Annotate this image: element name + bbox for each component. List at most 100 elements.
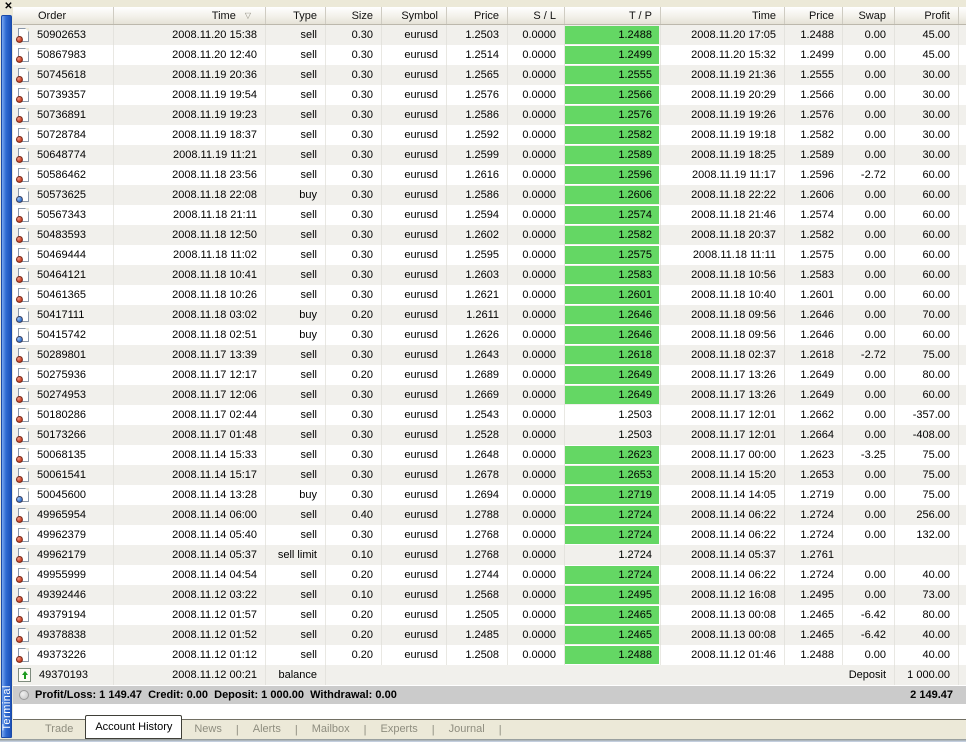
cell-close-time: 2008.11.18 21:46 xyxy=(661,205,785,225)
cell-order: 50173266 xyxy=(13,425,114,445)
cell-open-price: 1.2694 xyxy=(447,485,508,505)
tab-mailbox[interactable]: Mailbox xyxy=(300,720,362,739)
tab-trade[interactable]: Trade xyxy=(33,720,85,739)
cell-close-price: 1.2495 xyxy=(785,585,843,605)
order-number: 50417111 xyxy=(37,309,85,321)
column-header-type[interactable]: Type xyxy=(266,7,326,24)
cell-take-profit: 1.2649 xyxy=(565,365,661,385)
table-row[interactable]: 50648774 2008.11.19 11:21 sell 0.30 eurusd 1.… xyxy=(13,145,966,165)
order-number: 50274953 xyxy=(37,389,86,401)
cell-size: 0.20 xyxy=(326,365,382,385)
cell-close-time: 2008.11.17 13:26 xyxy=(661,385,785,405)
table-row[interactable]: 50469444 2008.11.18 11:02 sell 0.30 eurusd 1.… xyxy=(13,245,966,265)
table-row[interactable]: 50417111 2008.11.18 03:02 buy 0.20 eurusd 1.2… xyxy=(13,305,966,325)
table-row[interactable]: 50045600 2008.11.14 13:28 buy 0.30 eurusd 1.2… xyxy=(13,485,966,505)
cell-open-price: 1.2669 xyxy=(447,385,508,405)
table-row[interactable]: 50736891 2008.11.19 19:23 sell 0.30 eurusd 1.… xyxy=(13,105,966,125)
cell-open-time: 2008.11.14 05:40 xyxy=(114,525,266,545)
cell-open-time: 2008.11.17 02:44 xyxy=(114,405,266,425)
table-row[interactable]: 50483593 2008.11.18 12:50 sell 0.30 eurusd 1.… xyxy=(13,225,966,245)
table-row[interactable]: 49965954 2008.11.14 06:00 sell 0.40 eurusd 1.… xyxy=(13,505,966,525)
cell-open-time: 2008.11.14 06:00 xyxy=(114,505,266,525)
table-row[interactable]: 50745618 2008.11.19 20:36 sell 0.30 eurusd 1.… xyxy=(13,65,966,85)
cell-stop-loss: 0.0000 xyxy=(508,465,565,485)
column-header-price2[interactable]: Price xyxy=(785,7,843,24)
table-row[interactable]: 50415742 2008.11.18 02:51 buy 0.30 eurusd 1.2… xyxy=(13,325,966,345)
cell-take-profit: 1.2488 xyxy=(565,25,661,45)
cell-open-price: 1.2788 xyxy=(447,505,508,525)
column-header-symbol[interactable]: Symbol xyxy=(382,7,447,24)
column-header-sl[interactable]: S / L xyxy=(508,7,565,24)
table-row[interactable]: 50867983 2008.11.20 12:40 sell 0.30 eurusd 1.… xyxy=(13,45,966,65)
column-header-profit[interactable]: Profit xyxy=(895,7,959,24)
table-row[interactable]: 50902653 2008.11.20 15:38 sell 0.30 eurusd 1.… xyxy=(13,25,966,45)
column-header-size[interactable]: Size xyxy=(326,7,382,24)
table-row[interactable]: 50461365 2008.11.18 10:26 sell 0.30 eurusd 1.… xyxy=(13,285,966,305)
cell-open-time: 2008.11.12 01:57 xyxy=(114,605,266,625)
cell-swap: 0.00 xyxy=(843,25,895,45)
cell-size: 0.30 xyxy=(326,65,382,85)
cell-size: 0.30 xyxy=(326,345,382,365)
cell-open-price: 1.2576 xyxy=(447,85,508,105)
table-row[interactable]: 50739357 2008.11.19 19:54 sell 0.30 eurusd 1.… xyxy=(13,85,966,105)
cell-profit: 132.00 xyxy=(895,525,959,545)
cell-profit: 256.00 xyxy=(895,505,959,525)
table-row[interactable]: 50586462 2008.11.18 23:56 sell 0.30 eurusd 1.… xyxy=(13,165,966,185)
table-row[interactable]: 49370193 2008.11.12 00:21 balance Deposit 1 … xyxy=(13,665,966,685)
tab-journal[interactable]: Journal xyxy=(437,720,497,739)
cell-open-time: 2008.11.19 19:54 xyxy=(114,85,266,105)
table-row[interactable]: 49962379 2008.11.14 05:40 sell 0.30 eurusd 1.… xyxy=(13,525,966,545)
tab-news[interactable]: News xyxy=(182,720,234,739)
cell-swap: 0.00 xyxy=(843,485,895,505)
cell-type: balance xyxy=(266,665,326,685)
table-row[interactable]: 50573625 2008.11.18 22:08 buy 0.30 eurusd 1.2… xyxy=(13,185,966,205)
table-row[interactable]: 50180286 2008.11.17 02:44 sell 0.30 eurusd 1.… xyxy=(13,405,966,425)
table-row[interactable]: 50567343 2008.11.18 21:11 sell 0.30 eurusd 1.… xyxy=(13,205,966,225)
order-number: 49965954 xyxy=(37,509,86,521)
cell-type: sell xyxy=(266,445,326,465)
column-header-tp[interactable]: T / P xyxy=(565,7,661,24)
cell-order: 50902653 xyxy=(13,25,114,45)
table-row[interactable]: 49378838 2008.11.12 01:52 sell 0.20 eurusd 1.… xyxy=(13,625,966,645)
table-row[interactable]: 50275936 2008.11.17 12:17 sell 0.20 eurusd 1.… xyxy=(13,365,966,385)
column-header-time[interactable]: Time ▽ xyxy=(114,7,266,24)
table-row[interactable]: 49955999 2008.11.14 04:54 sell 0.20 eurusd 1.… xyxy=(13,565,966,585)
table-row[interactable]: 49962179 2008.11.14 05:37 sell limit 0.10 eu… xyxy=(13,545,966,565)
cell-filler xyxy=(959,165,966,185)
terminal-panel: ✕ Terminal Order Time ▽ Type Size Symbol Price… xyxy=(0,0,966,742)
cell-type: buy xyxy=(266,185,326,205)
cell-close-time: 2008.11.18 10:40 xyxy=(661,285,785,305)
order-number: 50573625 xyxy=(37,189,86,201)
tab-experts[interactable]: Experts xyxy=(368,720,429,739)
cell-type: sell xyxy=(266,165,326,185)
cell-order: 50275936 xyxy=(13,365,114,385)
cell-type: buy xyxy=(266,305,326,325)
table-row[interactable]: 50464121 2008.11.18 10:41 sell 0.30 eurusd 1.… xyxy=(13,265,966,285)
column-header-time2[interactable]: Time xyxy=(661,7,785,24)
table-row[interactable]: 50289801 2008.11.17 13:39 sell 0.30 eurusd 1.… xyxy=(13,345,966,365)
order-number: 49962179 xyxy=(37,549,86,561)
table-row[interactable]: 50728784 2008.11.19 18:37 sell 0.30 eurusd 1.… xyxy=(13,125,966,145)
terminal-sidebar[interactable]: Terminal xyxy=(1,15,13,738)
table-row[interactable]: 49373226 2008.11.12 01:12 sell 0.20 eurusd 1.… xyxy=(13,645,966,665)
table-row[interactable]: 50068135 2008.11.14 15:33 sell 0.30 eurusd 1.… xyxy=(13,445,966,465)
table-row[interactable]: 50274953 2008.11.17 12:06 sell 0.30 eurusd 1.… xyxy=(13,385,966,405)
cell-size: 0.30 xyxy=(326,125,382,145)
table-row[interactable]: 50061541 2008.11.14 15:17 sell 0.30 eurusd 1.… xyxy=(13,465,966,485)
table-row[interactable]: 49392446 2008.11.12 03:22 sell 0.10 eurusd 1.… xyxy=(13,585,966,605)
order-number: 50483593 xyxy=(37,229,86,241)
cell-profit: 60.00 xyxy=(895,285,959,305)
cell-order: 50274953 xyxy=(13,385,114,405)
cell-symbol: eurusd xyxy=(382,445,447,465)
tab-alerts[interactable]: Alerts xyxy=(241,720,293,739)
cell-open-price: 1.2611 xyxy=(447,305,508,325)
column-header-order[interactable]: Order xyxy=(13,7,114,24)
table-row[interactable]: 50173266 2008.11.17 01:48 sell 0.30 eurusd 1.… xyxy=(13,425,966,445)
tab-separator: | xyxy=(363,723,367,736)
column-header-swap[interactable]: Swap xyxy=(843,7,895,24)
tab-account-history[interactable]: Account History xyxy=(85,714,183,739)
cell-size: 0.30 xyxy=(326,145,382,165)
column-header-price[interactable]: Price xyxy=(447,7,508,24)
table-row[interactable]: 49379194 2008.11.12 01:57 sell 0.20 eurusd 1.… xyxy=(13,605,966,625)
cell-stop-loss: 0.0000 xyxy=(508,185,565,205)
